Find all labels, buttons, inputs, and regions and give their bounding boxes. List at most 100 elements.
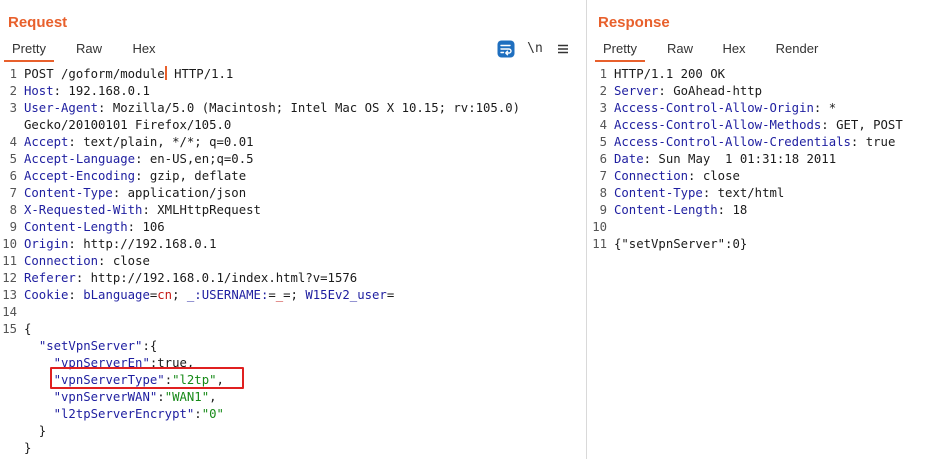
line-number: 6 [599, 152, 607, 166]
line-text: POST /goform/module HTTP/1.1 [24, 66, 233, 83]
response-title: Response [598, 14, 670, 31]
line-text: Content-Type: application/json [24, 185, 246, 202]
header-name: Content-Length [614, 203, 718, 217]
line-text: Accept: text/plain, */*; q=0.01 [24, 134, 254, 151]
line-text: Cookie: bLanguage=cn; _:USERNAME:=_=; W1… [24, 287, 394, 304]
line-number: 9 [9, 220, 17, 234]
line-number: 3 [9, 101, 17, 115]
request-code-line: 3 User-Agent: Mozilla/5.0 (Macintosh; Int… [0, 100, 586, 117]
code-token: "WAN1" [164, 390, 210, 404]
line-number: 4 [9, 135, 17, 149]
highlight-box-vpnservertype [50, 367, 244, 389]
code-token: :{ [142, 339, 158, 353]
request-code-line: 12 Referer: http://192.168.0.1/index.html… [0, 270, 586, 287]
response-code-line: 2 Server: GoAhead-http [587, 83, 938, 100]
code-token: : [194, 407, 202, 421]
request-tab-pretty[interactable]: Pretty [4, 36, 54, 62]
request-code-line: 11 Connection: close [0, 253, 586, 270]
line-number: 9 [599, 203, 607, 217]
line-number: 3 [599, 101, 607, 115]
code-token: : http://192.168.0.1 [68, 237, 217, 251]
line-number: 2 [599, 84, 607, 98]
line-number: 11 [2, 254, 17, 268]
wrap-lines-icon[interactable] [497, 40, 515, 58]
code-token: : en-US,en;q=0.5 [135, 152, 254, 166]
code-token: ; [172, 288, 187, 302]
response-code-line: 10 [587, 219, 938, 236]
line-number: 1 [599, 67, 607, 81]
code-token: : 192.168.0.1 [53, 84, 150, 98]
line-text: Access-Control-Allow-Origin: * [614, 100, 836, 117]
request-code-line: 2 Host: 192.168.0.1 [0, 83, 586, 100]
line-number: 15 [2, 322, 17, 336]
header-name: Content-Type [24, 186, 113, 200]
code-token: {"setVpnServer":0} [614, 237, 748, 251]
line-number: 6 [9, 169, 17, 183]
line-number: 5 [9, 152, 17, 166]
code-token: : 106 [127, 220, 165, 234]
header-name: Access-Control-Allow-Origin [614, 101, 814, 115]
request-title: Request [8, 14, 68, 31]
code-token: { [24, 322, 32, 336]
request-tab-hex[interactable]: Hex [125, 36, 163, 61]
header-name: Access-Control-Allow-Methods [614, 118, 822, 132]
line-text: User-Agent: Mozilla/5.0 (Macintosh; Inte… [24, 100, 520, 117]
response-code-line: 1 HTTP/1.1 200 OK [587, 66, 938, 83]
line-text: Referer: http://192.168.0.1/index.html?v… [24, 270, 357, 287]
code-token: =; [283, 288, 306, 302]
code-token: HTTP/1.1 200 OK [614, 67, 726, 81]
response-tab-hex[interactable]: Hex [715, 36, 753, 61]
request-code-line: Gecko/20100101 Firefox/105.0 [0, 117, 586, 134]
line-number: 11 [592, 237, 607, 251]
code-token: : [68, 288, 84, 302]
line-text: HTTP/1.1 200 OK [614, 66, 725, 83]
response-code-line: 8 Content-Type: text/html [587, 185, 938, 202]
line-number: 2 [9, 84, 17, 98]
header-name: Host [24, 84, 54, 98]
code-token: : * [813, 101, 837, 115]
response-tab-pretty[interactable]: Pretty [595, 36, 645, 62]
line-text: Host: 192.168.0.1 [24, 83, 150, 100]
header-name: User-Agent [24, 101, 99, 115]
code-token: = [268, 288, 276, 302]
header-name: X-Requested-With [24, 203, 143, 217]
line-text: Content-Type: text/html [614, 185, 784, 202]
response-code-line: 11 {"setVpnServer":0} [587, 236, 938, 253]
line-text: {"setVpnServer":0} [614, 236, 747, 253]
response-code-line: 6 Date: Sun May 1 01:31:18 2011 [587, 151, 938, 168]
code-token: : text/html [702, 186, 785, 200]
response-code-line: 9 Content-Length: 18 [587, 202, 938, 219]
response-tabs: Pretty Raw Hex Render [587, 36, 938, 62]
code-token: Gecko/20100101 Firefox/105.0 [24, 118, 232, 132]
line-text: Connection: close [24, 253, 150, 270]
code-token: "0" [201, 407, 224, 421]
code-token: : Sun May 1 01:31:18 2011 [643, 152, 837, 166]
response-code-line: 5 Access-Control-Allow-Credentials: true [587, 134, 938, 151]
code-token: : true [850, 135, 896, 149]
line-number: 5 [599, 135, 607, 149]
request-code-line: 1 POST /goform/module HTTP/1.1 [0, 66, 586, 83]
response-editor[interactable]: 1 HTTP/1.1 200 OK 2 Server: GoAhead-http 3 Ac… [587, 66, 938, 459]
code-token: = [386, 288, 395, 302]
code-token: "l2tpServerEncrypt" [53, 407, 195, 421]
request-tab-raw[interactable]: Raw [70, 36, 108, 61]
code-token: : 18 [717, 203, 748, 217]
line-number: 10 [2, 237, 17, 251]
request-editor[interactable]: 1 POST /goform/module HTTP/1.1 2 Host: 192.… [0, 66, 586, 459]
response-tab-render[interactable]: Render [771, 36, 823, 61]
code-token: } [24, 424, 47, 438]
request-code-line: } [0, 440, 586, 457]
response-tab-raw[interactable]: Raw [661, 36, 699, 61]
line-text: Access-Control-Allow-Methods: GET, POST [614, 117, 903, 134]
line-text: Gecko/20100101 Firefox/105.0 [24, 117, 231, 134]
line-number: 8 [9, 203, 17, 217]
header-name: Access-Control-Allow-Credentials [614, 135, 851, 149]
hamburger-menu-icon[interactable] [555, 40, 571, 58]
show-newlines-toggle[interactable]: \n [525, 40, 545, 58]
line-number: 4 [599, 118, 607, 132]
code-token: : [157, 390, 165, 404]
request-code-line: 9 Content-Length: 106 [0, 219, 586, 236]
line-text: Accept-Language: en-US,en;q=0.5 [24, 151, 254, 168]
code-token: _:USERNAME: [186, 288, 269, 302]
